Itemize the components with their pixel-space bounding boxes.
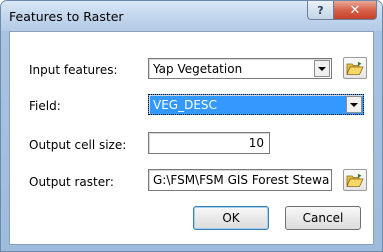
- dialog-title: Features to Raster: [9, 9, 124, 24]
- field-label: Field:: [29, 99, 61, 113]
- help-icon: ?: [317, 3, 324, 17]
- dialog-body: Input features: Yap Vegetation Field: VE…: [9, 31, 374, 245]
- close-icon: ✕: [349, 2, 361, 18]
- chevron-down-icon[interactable]: [346, 96, 362, 113]
- ok-button-label: OK: [222, 211, 240, 225]
- output-raster-input[interactable]: G:\FSM\FSM GIS Forest Stewa: [148, 169, 332, 191]
- cancel-button[interactable]: Cancel: [285, 206, 361, 230]
- input-features-value: Yap Vegetation: [153, 61, 243, 76]
- field-value: VEG_DESC: [153, 97, 217, 112]
- cell-size-input[interactable]: 10: [148, 132, 270, 154]
- output-raster-label: Output raster:: [29, 175, 114, 189]
- cell-size-value: 10: [248, 136, 264, 150]
- title-bar[interactable]: Features to Raster ? ✕: [1, 1, 382, 31]
- input-features-combo[interactable]: Yap Vegetation: [148, 58, 332, 79]
- output-raster-value: G:\FSM\FSM GIS Forest Stewa: [153, 173, 330, 187]
- help-button[interactable]: ?: [307, 1, 334, 20]
- browse-input-features-button[interactable]: [343, 57, 367, 79]
- cancel-button-label: Cancel: [302, 211, 344, 225]
- open-folder-icon: [346, 173, 364, 187]
- field-combo[interactable]: VEG_DESC: [148, 94, 364, 115]
- features-to-raster-dialog: Features to Raster ? ✕ Input features: Y…: [0, 0, 383, 252]
- chevron-down-icon[interactable]: [314, 60, 330, 77]
- open-folder-icon: [346, 61, 364, 75]
- ok-button[interactable]: OK: [193, 206, 269, 230]
- input-features-label: Input features:: [29, 63, 118, 77]
- browse-output-raster-button[interactable]: [343, 169, 367, 191]
- close-button[interactable]: ✕: [333, 1, 377, 20]
- cell-size-label: Output cell size:: [29, 138, 127, 152]
